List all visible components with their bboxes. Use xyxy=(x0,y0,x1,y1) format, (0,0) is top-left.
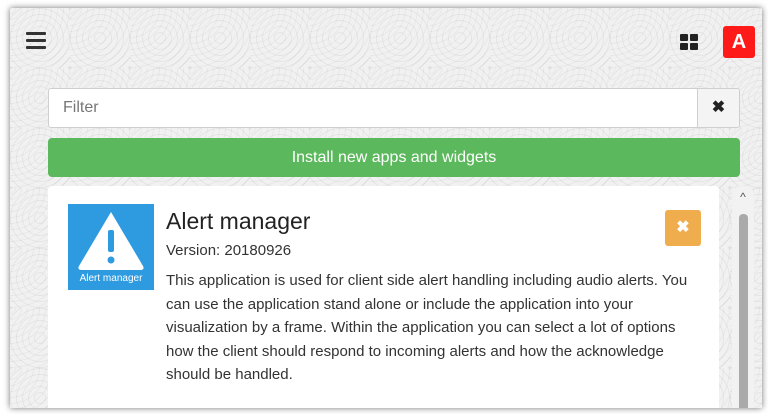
hamburger-menu-icon[interactable] xyxy=(26,32,46,50)
remove-app-button[interactable]: ✖ xyxy=(665,210,701,246)
app-title: Alert manager xyxy=(166,208,311,234)
app-window: A ✖ Install new apps and widgets Alert m… xyxy=(10,8,762,408)
app-description: This application is used for client side… xyxy=(166,272,688,384)
app-version: Version: 20180926 xyxy=(166,242,292,259)
alert-manager-app-icon: Alert manager xyxy=(68,204,154,290)
scroll-up-arrow-icon[interactable]: ^ xyxy=(732,190,754,206)
app-icon-label: Alert manager xyxy=(79,273,143,284)
scrollbar[interactable]: ^ xyxy=(732,186,754,408)
grid-view-icon[interactable] xyxy=(680,34,698,52)
filter-input[interactable] xyxy=(49,89,699,127)
clear-filter-button[interactable]: ✖ xyxy=(697,89,739,127)
user-avatar-badge[interactable]: A xyxy=(723,26,755,58)
install-apps-button[interactable]: Install new apps and widgets xyxy=(48,138,740,177)
scrollbar-thumb[interactable] xyxy=(739,214,748,408)
filter-bar: ✖ xyxy=(48,88,740,128)
app-card: Alert manager Alert manager Version: 201… xyxy=(48,186,719,408)
